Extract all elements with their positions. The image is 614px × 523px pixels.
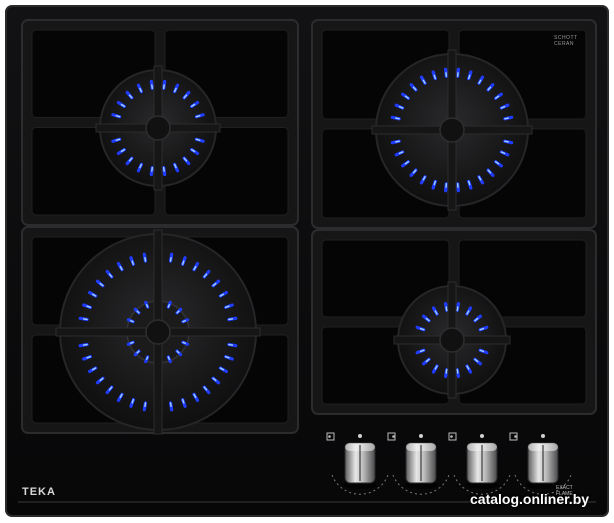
flame-core [167,356,170,360]
brand-logo: TEKA [22,486,56,498]
flame-core [195,115,201,118]
flame-core [504,140,509,143]
flame-core [182,341,186,344]
flame-core [115,138,121,141]
flame-core [130,341,134,344]
flame-core [504,117,509,120]
watermark: catalog.onliner.by [470,491,590,507]
flame-core [182,320,186,323]
flame-core [167,304,170,308]
flame-core [146,356,149,360]
flame-core [395,117,400,120]
flame-core [144,402,147,408]
glass-label-line-2: CERAN [554,41,575,47]
flame-core [445,306,448,312]
flame-core [115,115,121,118]
flame-core [445,368,448,374]
flame-core [169,402,172,408]
flame-core [456,306,459,312]
flame-core [144,256,147,262]
flame-core [82,343,88,346]
flame-core [146,304,149,308]
flame-core [395,140,400,143]
flame-core [228,318,234,321]
flame-core [82,318,88,321]
flame-core [130,320,134,323]
flame-core [169,256,172,262]
flame-core [228,343,234,346]
gas-hob-scene [5,5,609,517]
flame-core [195,138,201,141]
flame-core [456,368,459,374]
